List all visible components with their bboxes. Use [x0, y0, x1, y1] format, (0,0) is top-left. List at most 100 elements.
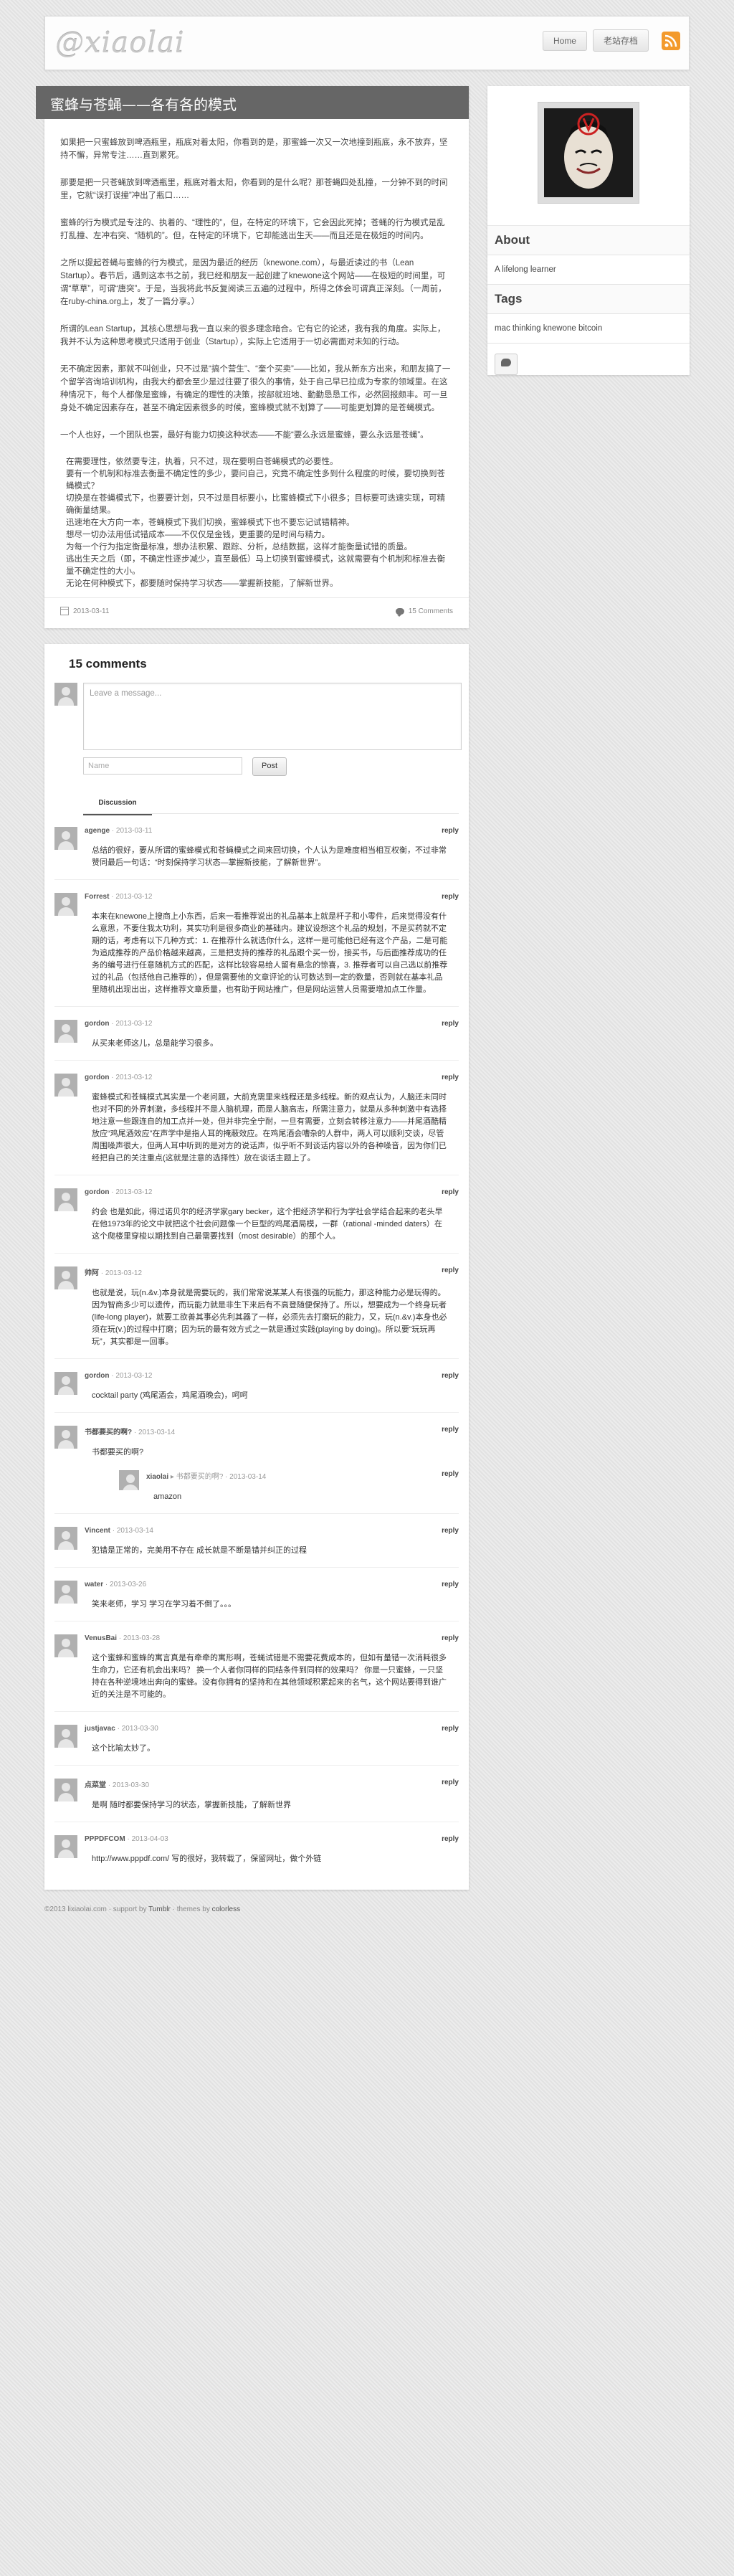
- comment-date: 2013-03-12: [115, 1188, 153, 1196]
- reply-button[interactable]: reply: [442, 1527, 459, 1535]
- avatar: [54, 1188, 77, 1211]
- comment-text: 本来在knewone上搜商上小东西，后来一看推荐说出的礼品基本上就是杆子和小零件…: [92, 912, 448, 994]
- reply-button[interactable]: reply: [442, 1470, 459, 1481]
- post-list-item: 要有一个机制和标准去衡量不确定性的多少，要问自己，究竟不确定性多到什么程度的时候…: [66, 470, 445, 491]
- reply-button[interactable]: reply: [442, 1188, 459, 1196]
- comment-author[interactable]: 书都要买的啊?: [85, 1429, 132, 1436]
- comment-text: http://www.pppdf.com/ 写的很好，我转载了，保留网址，做个外…: [92, 1855, 322, 1863]
- site-logo[interactable]: @xiaolai: [55, 27, 185, 60]
- site-header: @xiaolai Home 老站存档: [44, 16, 690, 70]
- comment-author[interactable]: gordon: [85, 1074, 109, 1081]
- avatar: [119, 1470, 139, 1490]
- name-input[interactable]: Name: [83, 757, 242, 775]
- about-text: A lifelong learner: [487, 255, 690, 285]
- post-list-item: 逃出生天之后（即，不确定性逐步减少，直至最低）马上切换到蜜蜂模式，这就需要有个机…: [66, 555, 445, 576]
- page: @xiaolai Home 老站存档 蜜蜂与苍蝇——各有各的模式 如果把一只蜜蜂…: [36, 16, 690, 1913]
- comment-author[interactable]: gordon: [85, 1372, 109, 1380]
- comment-text: 蜜蜂模式和苍蝇模式其实是一个老问题，大前克需里来线程还是多线程。新的观点认为，人…: [92, 1093, 447, 1162]
- comment-item: Forrest · 2013-03-12 reply 本来在knewone上搜商上小…: [54, 880, 459, 1007]
- comments-title: 15 comments: [69, 657, 147, 671]
- comment-author[interactable]: VenusBai: [85, 1634, 117, 1642]
- comment-date: 2013-03-11: [115, 827, 153, 835]
- post-paragraph: 所谓的Lean Startup，其核心思想与我一直以来的很多理念暗合。它有它的论…: [60, 325, 446, 346]
- comment-date: 2013-03-14: [229, 1473, 267, 1481]
- comment-form: Leave a message... Name Post: [54, 683, 462, 776]
- reply-button[interactable]: reply: [442, 1372, 459, 1380]
- post-list-item: 无论在何种模式下，都要随时保持学习状态——掌握新技能，了解新世界。: [66, 579, 338, 588]
- footer-support-link[interactable]: Tumblr: [148, 1905, 171, 1913]
- comment-text: 从买来老师这儿，总是能学习很多。: [92, 1039, 218, 1048]
- reply-button[interactable]: reply: [442, 1074, 459, 1081]
- reply-button[interactable]: reply: [442, 1581, 459, 1588]
- post-meta-bar: 2013-03-11 15 Comments: [44, 597, 469, 628]
- post-comments-count[interactable]: 15 Comments: [409, 607, 453, 615]
- comment-author[interactable]: Forrest: [85, 893, 109, 901]
- comment-author[interactable]: gordon: [85, 1188, 109, 1196]
- comment-item: gordon · 2013-03-12 reply 从买来老师这儿，总是能学习很多。: [54, 1007, 459, 1061]
- post-list-item: 想尽一切办法用低试错成本——不仅仅是金钱，更重要的是时间与精力。: [66, 531, 330, 539]
- reply-button[interactable]: reply: [442, 1020, 459, 1028]
- profile-image[interactable]: [538, 102, 639, 204]
- reply-button[interactable]: reply: [442, 1634, 459, 1642]
- nav-home-button[interactable]: Home: [542, 30, 587, 51]
- reply-button[interactable]: reply: [442, 1426, 459, 1436]
- comment-item: water · 2013-03-26 reply 笑来老师，学习 学习在学习着不倒了…: [54, 1568, 459, 1621]
- comment-item: gordon · 2013-03-12 reply cocktail party (…: [54, 1359, 459, 1413]
- post-paragraph: 一个人也好，一个团队也罢，最好有能力切换这种状态——不能“要么永远是蜜蜂，要么永…: [60, 431, 429, 440]
- post-paragraph: 那要是把一只苍蝇放到啤酒瓶里，瓶底对着太阳，你看到的是什么呢？那苍蝇四处乱撞，一…: [60, 179, 448, 200]
- avatar: [54, 1372, 77, 1395]
- comment-date: 2013-03-30: [112, 1781, 150, 1789]
- reply-button[interactable]: reply: [442, 1835, 459, 1843]
- calendar-icon: [60, 607, 69, 615]
- footer-theme: themes by: [176, 1905, 210, 1913]
- about-title: About: [487, 226, 690, 255]
- avatar: [54, 1074, 77, 1097]
- avatar: [54, 1581, 77, 1604]
- comment-author[interactable]: agenge: [85, 827, 110, 835]
- comment-author[interactable]: 帅阿: [85, 1269, 99, 1277]
- tab-discussion[interactable]: Discussion: [83, 799, 152, 815]
- avatar: [54, 1266, 77, 1289]
- comment-item: Vincent · 2013-03-14 reply 犯错是正常的，完美用不存在 成…: [54, 1514, 459, 1568]
- comment-date: 2013-03-26: [110, 1581, 147, 1588]
- avatar: [54, 1426, 77, 1449]
- comment-author[interactable]: xiaolai: [146, 1473, 168, 1481]
- comment-author[interactable]: PPPDFCOM: [85, 1835, 125, 1843]
- comment-item: gordon · 2013-03-12 reply 约会 也是如此，得过诺贝尔的经济…: [54, 1175, 459, 1254]
- nav-archive-button[interactable]: 老站存档: [592, 29, 649, 52]
- rss-icon[interactable]: [662, 31, 680, 50]
- avatar: [54, 1725, 77, 1748]
- message-textarea[interactable]: Leave a message...: [83, 683, 462, 750]
- post-title[interactable]: 蜜蜂与苍蝇——各有各的模式: [36, 86, 469, 114]
- reply-button[interactable]: reply: [442, 827, 459, 835]
- comment-author[interactable]: gordon: [85, 1020, 109, 1028]
- post-date: 2013-03-11: [60, 607, 109, 615]
- comment-author[interactable]: Vincent: [85, 1527, 110, 1535]
- tags-list[interactable]: mac thinking knewone bitcoin: [487, 314, 690, 344]
- comment-date: 2013-03-30: [121, 1725, 158, 1733]
- profile-section: [487, 86, 690, 226]
- reply-button[interactable]: reply: [442, 1266, 459, 1277]
- comment-text: 犯错是正常的，完美用不存在 成长就是不断是错并纠正的过程: [92, 1546, 308, 1555]
- reply-button[interactable]: reply: [442, 1779, 459, 1789]
- site-footer: ©2013 lixiaolai.com · support by Tumblr …: [44, 1905, 241, 1913]
- comment-item: VenusBai · 2013-03-28 reply 这个蜜蜂和蜜蜂的寓言真是有牵…: [54, 1621, 459, 1712]
- twitter-icon[interactable]: [495, 354, 518, 375]
- post-paragraph: 蜜蜂的行为模式是专注的、执着的、“理性的”，但，在特定的环境下，它会因此死掉；苍…: [60, 219, 445, 240]
- reply-button[interactable]: reply: [442, 893, 459, 901]
- comment-text: 这个蜜蜂和蜜蜂的寓言真是有牵牵的寓形啊，苍蝇试错是不需要花费成本的，但如有量错一…: [92, 1654, 447, 1699]
- comment-author[interactable]: water: [85, 1581, 103, 1588]
- comment-item: 书都要买的啊? · 2013-03-14 reply 书都要买的啊? xiaolai …: [54, 1413, 459, 1514]
- comment-text: 书都要买的啊?: [92, 1448, 144, 1457]
- comment-text: cocktail party (鸡尾酒会，鸡尾酒晚会)，呵呵: [92, 1391, 248, 1400]
- comment-date: 2013-03-14: [138, 1429, 176, 1436]
- footer-theme-link[interactable]: colorless: [212, 1905, 240, 1913]
- avatar: [54, 1020, 77, 1043]
- comment-author[interactable]: justjavac: [85, 1725, 115, 1733]
- post-button[interactable]: Post: [252, 757, 287, 776]
- post-comments-link[interactable]: 15 Comments: [395, 607, 453, 617]
- reply-button[interactable]: reply: [442, 1725, 459, 1733]
- post-paragraph: 如果把一只蜜蜂放到啤酒瓶里，瓶底对着太阳，你看到的是，那蜜蜂一次又一次地撞到瓶底…: [60, 138, 448, 160]
- comment-date: 2013-03-12: [115, 1372, 153, 1380]
- comment-author[interactable]: 点菜堂: [85, 1781, 106, 1789]
